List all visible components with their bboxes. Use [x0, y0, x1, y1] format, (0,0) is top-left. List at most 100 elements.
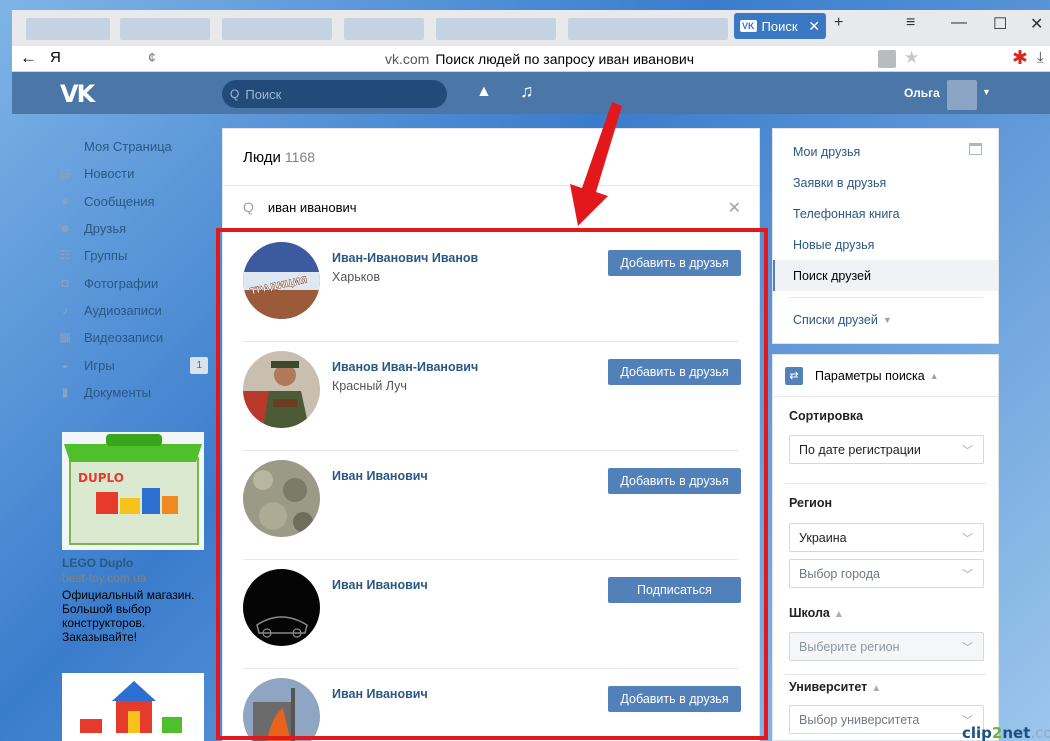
watermark-part3: net [1002, 724, 1031, 741]
country-select[interactable]: Украина ﹀ [789, 523, 984, 552]
film-icon: ▦ [59, 330, 71, 345]
back-arrow-icon[interactable]: ← [20, 48, 37, 68]
yandex-logo[interactable]: Я [50, 49, 61, 66]
vk-logo[interactable]: VK [60, 80, 95, 108]
ad-image[interactable]: DUPLO [62, 432, 204, 550]
nav-item-my-page[interactable]: ⌂ Моя Страница [58, 133, 208, 160]
school-placeholder: Выберите регион [799, 639, 900, 654]
chevron-down-icon: ﹀ [962, 533, 973, 545]
username[interactable]: Ольга [904, 86, 940, 100]
close-tab-icon[interactable]: ✕ [808, 18, 820, 35]
reload-icon[interactable]: ¢ [148, 49, 156, 65]
browser-tab-active[interactable]: VK Поиск ✕ [734, 13, 826, 39]
nav-item-messages[interactable]: ● Сообщения [58, 188, 208, 215]
chevron-up-icon: ▲ [929, 370, 939, 381]
games-badge: 1 [190, 356, 208, 374]
avatar[interactable] [947, 80, 977, 110]
search-params-title: Параметры поиска [815, 368, 925, 383]
menu-icon[interactable]: ≡ [906, 14, 915, 32]
school-select[interactable]: Выберите регион ﹀ [789, 632, 984, 661]
nav-item-news[interactable]: ▤ Новости [58, 160, 208, 187]
region-label: Регион [789, 496, 833, 510]
nav-label: Друзья [84, 221, 127, 237]
people-count: 1168 [284, 149, 316, 165]
nav-item-games[interactable]: ◒ Игры 1 [58, 351, 208, 378]
params-divider [785, 674, 986, 675]
bell-icon[interactable]: ▲ [476, 83, 492, 101]
params-divider [785, 483, 986, 484]
chevron-down-icon: ﹀ [962, 569, 973, 581]
address-bar: ← Я ¢ vk.com Поиск людей по запросу иван … [12, 46, 1050, 72]
city-select[interactable]: Выбор города ﹀ [789, 559, 984, 588]
friends-icon: ☻ [58, 221, 72, 236]
vk-header: VK Q Поиск ▲ ♫ Ольга ▼ [12, 72, 1050, 114]
minimize-icon[interactable]: — [951, 14, 967, 32]
header-search-input[interactable]: Q Поиск [222, 80, 447, 108]
chevron-down-icon: ﹀ [962, 642, 973, 654]
nav-item-photos[interactable]: ◘ Фотографии [58, 269, 208, 296]
sort-label: Сортировка [789, 409, 864, 423]
school-label-text: Школа [789, 606, 830, 620]
rnav-item-friend-lists[interactable]: Списки друзей ▼ [773, 304, 998, 335]
rnav-item-new-friends[interactable]: Новые друзья [773, 229, 998, 260]
home-icon: ⌂ [61, 139, 69, 154]
red-arrow-icon [570, 102, 622, 226]
bookmark-star-icon[interactable]: ★ [904, 48, 919, 68]
download-icon[interactable]: ⤓ [1037, 49, 1044, 66]
header-search-placeholder: Поиск [245, 86, 282, 102]
music-note-icon: ♪ [62, 302, 68, 317]
nav-label: Аудиозаписи [84, 302, 162, 318]
university-label[interactable]: Университет ▲ [789, 680, 881, 694]
search-params-header[interactable]: ⇄ Параметры поиска ▲ [773, 355, 998, 397]
watermark-part4: .com [1030, 724, 1050, 741]
search-icon: Q [243, 199, 254, 215]
ad-title[interactable]: LEGO Duplo [62, 556, 204, 570]
browser-tab-bar [12, 10, 1050, 46]
highlight-frame [216, 228, 768, 740]
camera-icon: ◘ [61, 275, 69, 290]
left-nav: ⌂ Моя Страница ▤ Новости ● Сообщения ☻ Друзь… [58, 133, 208, 406]
people-title: Люди [243, 149, 281, 166]
nav-item-audio[interactable]: ♪ Аудиозаписи [58, 297, 208, 324]
ad-domain: best-toy.com.ua [62, 571, 147, 585]
chevron-up-icon: ▲ [833, 609, 844, 620]
rnav-item-find-friends[interactable]: Поиск друзей [773, 260, 998, 291]
rnav-item-my-friends[interactable]: Мои друзья [773, 136, 998, 167]
rnav-divider [788, 297, 983, 298]
chevron-down-icon[interactable]: ▼ [982, 87, 991, 97]
nav-label: Документы [84, 384, 152, 400]
extension-icon[interactable]: ✱ [1012, 47, 1028, 70]
university-select[interactable]: Выбор университета ﹀ [789, 705, 984, 734]
watermark-part1: clip [962, 724, 992, 741]
calendar-icon[interactable] [969, 143, 982, 155]
document-icon: ▮ [61, 384, 69, 399]
lego-box-image: DUPLO [62, 432, 204, 550]
rnav-item-requests[interactable]: Заявки в друзья [773, 167, 998, 198]
sort-select[interactable]: По дате регистрации ﹀ [789, 435, 984, 464]
ad-block-2[interactable] [62, 673, 204, 741]
gamepad-icon: ◒ [61, 357, 69, 372]
nav-item-video[interactable]: ▦ Видеозаписи [58, 324, 208, 351]
nav-label: Моя Страница [84, 139, 172, 155]
nav-item-documents[interactable]: ▮ Документы [58, 379, 208, 406]
tab-title: Поиск [761, 18, 798, 34]
clear-search-icon[interactable]: ✕ [728, 198, 741, 218]
search-params-panel: ⇄ Параметры поиска ▲ Сортировка По дате … [772, 354, 999, 741]
close-window-icon[interactable]: ✕ [1030, 14, 1043, 34]
music-icon[interactable]: ♫ [520, 81, 534, 102]
maximize-icon[interactable]: ☐ [993, 14, 1007, 34]
new-tab-icon[interactable]: + [834, 14, 843, 32]
people-search-input[interactable]: Q иван иванович ✕ [223, 186, 759, 228]
nav-label: Игры [84, 357, 115, 373]
people-search-query: иван иванович [267, 199, 357, 215]
ad-block[interactable]: DUPLO LEGO Duplo best-toy.com.ua Официал… [62, 432, 204, 644]
nav-label: Видеозаписи [84, 330, 164, 346]
lock-icon[interactable] [878, 50, 896, 68]
rnav-item-phonebook[interactable]: Телефонная книга [773, 198, 998, 229]
people-header: Люди 1168 [223, 129, 759, 186]
school-label[interactable]: Школа ▲ [789, 606, 844, 620]
nav-item-friends[interactable]: ☻ Друзья [58, 215, 208, 242]
nav-item-groups[interactable]: ☷ Группы [58, 242, 208, 269]
url-field[interactable]: vk.com Поиск людей по запросу иван иванов… [385, 51, 694, 67]
nav-label: Группы [84, 248, 128, 264]
